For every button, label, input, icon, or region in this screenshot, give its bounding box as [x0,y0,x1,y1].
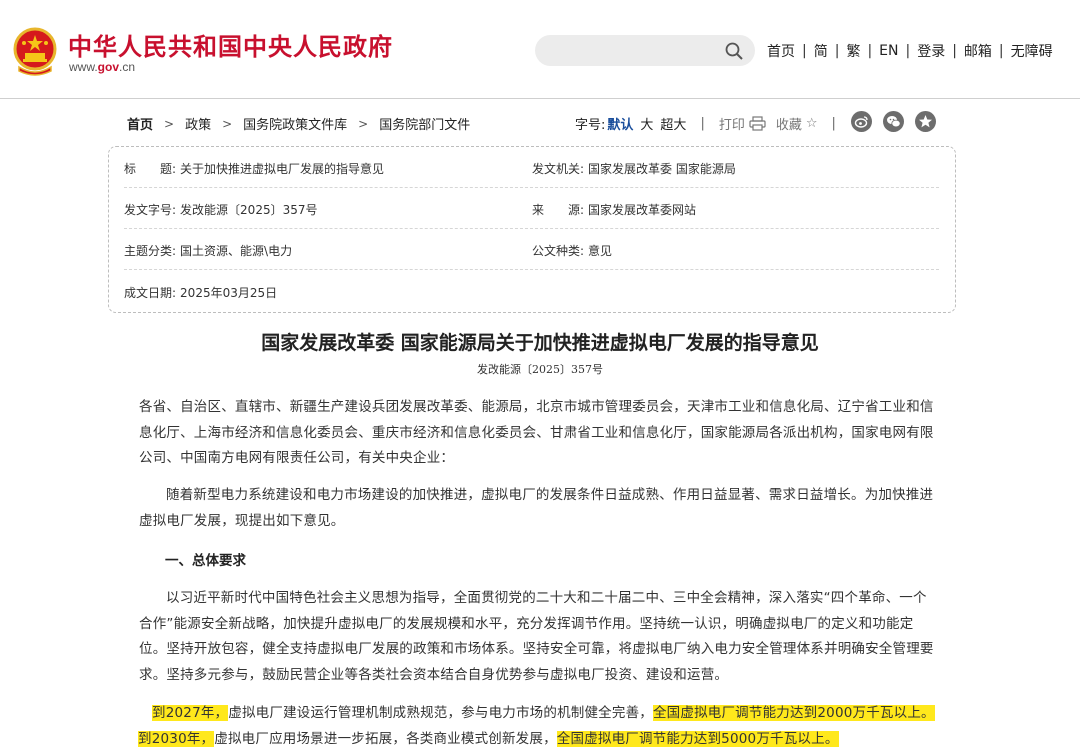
site-name[interactable]: 中华人民共和国中央人民政府 [68,27,393,62]
source-value: 国家发展改革委网站 [588,203,697,217]
source-label: 来 源: [532,203,585,217]
breadcrumb-policy-library[interactable]: 国务院政策文件库 [243,114,347,133]
weibo-icon[interactable] [851,111,872,132]
doc-type-value: 意见 [588,244,613,258]
article-title: 国家发展改革委 国家能源局关于加快推进虚拟电厂发展的指导意见 [261,332,819,354]
date-label: 成文日期: [124,286,177,300]
doc-type-label: 公文种类: [532,244,585,258]
nav-login[interactable]: 登录 [917,41,945,61]
star-outline-icon[interactable]: ☆ [806,116,818,131]
top-nav: 首页 | 简 | 繁 | EN | 登录 | 邮箱 | 无障碍 [767,41,1053,61]
nav-english[interactable]: EN [879,43,898,59]
font-size-large[interactable]: 大 [640,114,653,133]
date-value: 2025年03月25日 [180,286,278,300]
info-row: 标 题: 关于加快推进虚拟电厂发展的指导意见 发文机关: 国家发展改革委 国家能源局 [124,147,939,188]
issuer-value: 国家发展改革委 国家能源局 [588,162,736,176]
nav-traditional[interactable]: 繁 [846,41,860,61]
search-box[interactable] [535,35,755,66]
article-goals: 到2027年，虚拟电厂建设运行管理机制成熟规范，参与电力市场的机制健全完善，全国… [138,701,952,752]
star-icon[interactable] [915,111,936,132]
article-recipients: 各省、自治区、直辖市、新疆生产建设兵团发展改革委、能源局，北京市城市管理委员会，… [139,399,934,466]
nav-accessibility[interactable]: 无障碍 [1011,41,1053,61]
goal-2030-capacity: 全国虚拟电厂调节能力达到5000万千瓦以上。 [556,730,839,747]
search-input[interactable] [549,35,729,66]
info-row: 主题分类: 国土资源、能源\电力 公文种类: 意见 [124,229,939,270]
nav-simplified[interactable]: 简 [814,41,828,61]
goal-2030-year: 到2030年， [138,730,215,747]
font-size-label: 字号: [575,117,606,133]
issuer-label: 发文机关: [532,162,585,176]
nav-mail[interactable]: 邮箱 [964,41,992,61]
national-emblem-icon[interactable] [13,27,57,77]
breadcrumb-department-docs[interactable]: 国务院部门文件 [379,114,470,133]
favorite-button[interactable]: 收藏 [776,114,802,133]
title-value: 关于加快推进虚拟电厂发展的指导意见 [180,162,385,176]
section-body: 以习近平新时代中国特色社会主义思想为指导，全面贯彻党的二十大和二十届二中、三中全… [139,590,934,683]
chevron-right-icon: > [358,116,369,131]
font-size-xlarge[interactable]: 超大 [660,114,686,133]
article-doc-number: 发改能源〔2025〕357号 [477,363,603,376]
site-url: www.gov.cn [69,60,136,74]
doc-number-value: 发改能源〔2025〕357号 [180,203,318,217]
title-label: 标 题: [124,162,177,176]
category-value: 国土资源、能源\电力 [180,244,293,258]
breadcrumb-home[interactable]: 首页 [127,114,153,133]
category-label: 主题分类: [124,244,177,258]
goal-2027-text: 虚拟电厂建设运行管理机制成熟规范，参与电力市场的机制健全完善， [228,705,653,721]
print-button[interactable]: 打印 [719,114,745,133]
article-intro: 随着新型电力系统建设和电力市场建设的加快推进，虚拟电厂的发展条件日益成熟、作用日… [139,487,934,529]
breadcrumb: 首页 > 政策 > 国务院政策文件库 > 国务院部门文件 [127,114,470,134]
font-size-default[interactable]: 默认 [607,114,633,133]
article-tools: 字号: 默认 大 超大 | 打印 收藏 ☆ | [575,114,836,133]
goal-2027-capacity: 全国虚拟电厂调节能力达到2000万千瓦以上。 [652,705,935,721]
doc-number-label: 发文字号: [124,203,177,217]
chevron-right-icon: > [222,116,233,131]
wechat-icon[interactable] [883,111,904,132]
goal-2027-year: 到2027年， [152,705,229,721]
print-icon[interactable] [749,115,766,131]
search-icon[interactable] [725,42,743,60]
info-row: 成文日期: 2025年03月25日 [124,271,939,312]
info-row: 发文字号: 发改能源〔2025〕357号 来 源: 国家发展改革委网站 [124,188,939,229]
goal-2030-text: 虚拟电厂应用场景进一步拓展，各类商业模式创新发展， [214,730,557,747]
chevron-right-icon: > [164,116,175,131]
nav-home[interactable]: 首页 [767,41,795,61]
breadcrumb-policy[interactable]: 政策 [185,114,211,133]
document-info-box: 标 题: 关于加快推进虚拟电厂发展的指导意见 发文机关: 国家发展改革委 国家能源局… [108,146,956,313]
site-header: 中华人民共和国中央人民政府 www.gov.cn 首页 | 简 | 繁 | EN | 登… [0,0,1080,99]
section-heading: 一、总体要求 [165,553,246,569]
